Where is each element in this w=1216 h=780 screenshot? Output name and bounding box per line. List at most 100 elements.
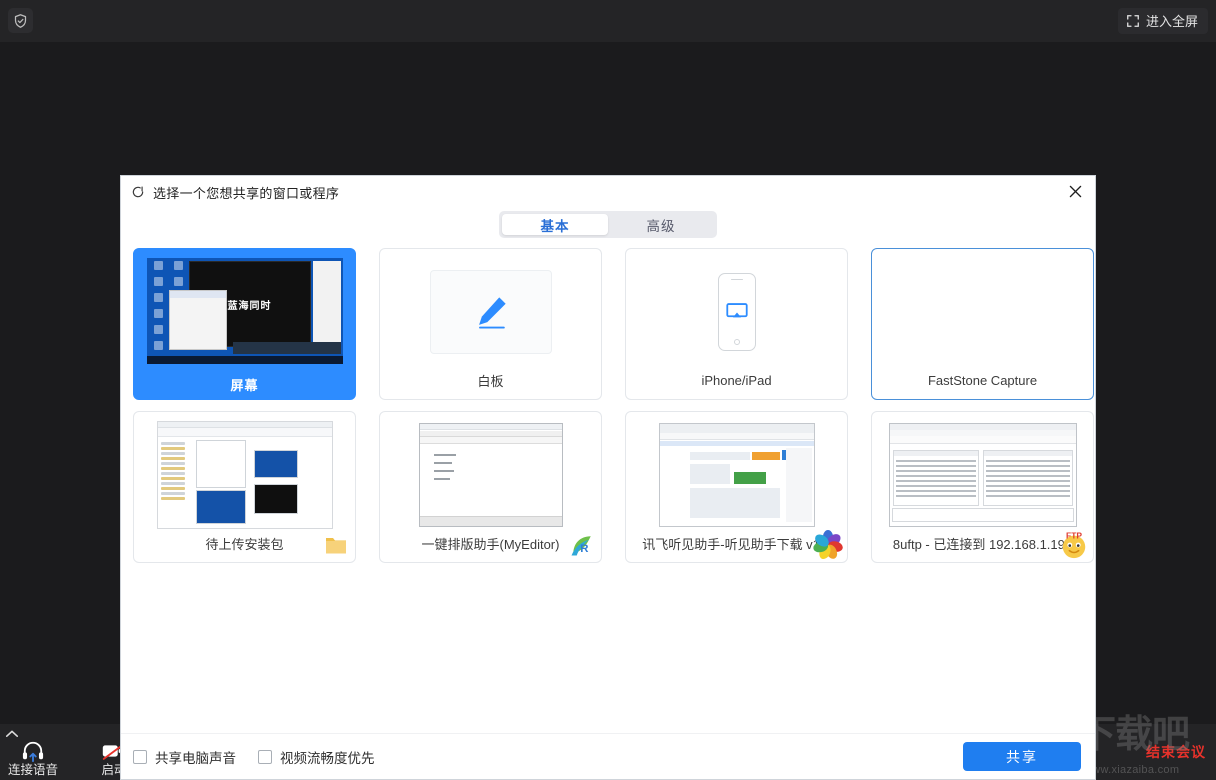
expand-icon (1127, 15, 1139, 27)
tab-group: 基本 高级 (499, 211, 717, 238)
share-card-whiteboard[interactable]: 白板 (379, 248, 602, 400)
share-window-icon (132, 186, 144, 198)
window-toolbar (419, 436, 562, 444)
browser-mock (626, 418, 847, 531)
browser-sidebar (785, 447, 812, 522)
share-card-xunfei[interactable]: 讯飞听见助手-听见助手下载 v1... (625, 411, 848, 563)
code-line (433, 453, 456, 456)
dialog-title: 选择一个您想共享的窗口或程序 (153, 185, 340, 201)
phone-speaker (730, 278, 743, 280)
share-card-caption: 一键排版助手(MyEditor) (421, 536, 560, 552)
bottom-strip (232, 342, 341, 354)
ftp-log-pane (891, 507, 1074, 522)
flower-glyph (813, 530, 843, 560)
screen-mock: 蓝海同时 (146, 258, 343, 364)
phone-home-button (733, 338, 740, 345)
code-line (433, 461, 452, 464)
myeditor-glyph: R (571, 536, 591, 556)
browser-frame (658, 422, 815, 527)
enter-fullscreen-button[interactable]: 进入全屏 (1117, 8, 1208, 34)
share-card-upload-folder[interactable]: 待上传安装包 (133, 411, 356, 563)
checkbox-box (258, 749, 272, 764)
dialog-tab-bar: 基本 高级 (121, 208, 1095, 248)
editor-frame (418, 422, 563, 527)
dialog-footer: 共享电脑声音 视频流畅度优先 共享 (121, 733, 1095, 779)
share-computer-audio-label: 共享电脑声音 (155, 750, 236, 766)
dialog-header: 选择一个您想共享的窗口或程序 (121, 176, 1095, 208)
explorer-mock (134, 418, 355, 531)
doc-thumb-4 (253, 483, 298, 514)
share-card-screen[interactable]: 蓝海同时 屏幕 (133, 248, 356, 400)
checkbox-box (133, 749, 147, 764)
whiteboard-icon-box (429, 269, 552, 354)
iphone-airplay-icon (725, 302, 748, 317)
join-audio-button[interactable]: 连接语音 (4, 740, 62, 778)
share-card-caption: 屏幕 (230, 377, 259, 393)
window-titlebar (419, 423, 562, 430)
ftp-window-thumbnail (872, 418, 1093, 531)
share-card-caption: 8uftp - 已连接到 192.168.1.199 (892, 536, 1073, 552)
taskbar (146, 356, 343, 364)
screen-window-text: 蓝海同时 (227, 300, 272, 312)
explorer-tree (160, 440, 186, 524)
end-meeting-button[interactable]: 结束会议 (1146, 742, 1206, 762)
page-block (689, 463, 730, 484)
editor-mock (380, 418, 601, 531)
chevron-up-icon (5, 730, 19, 737)
browser-window-thumbnail (626, 418, 847, 531)
page-block (689, 451, 750, 460)
folder-glyph (326, 538, 346, 554)
doc-thumb-1 (195, 439, 246, 488)
screen-desktop-thumbnail: 蓝海同时 (134, 257, 355, 365)
ftp-remote-pane (982, 449, 1073, 506)
doc-thumb-2 (195, 489, 246, 524)
iphone-thumb (626, 255, 847, 368)
share-card-8uftp[interactable]: 8uftp - 已连接到 192.168.1.199 FTP (871, 411, 1094, 563)
blank-window-thumbnail (872, 255, 1093, 368)
svg-text:FTP: FTP (1066, 530, 1082, 540)
pane-header (893, 450, 978, 456)
whiteboard-pen-icon (478, 296, 506, 328)
share-card-faststone-capture[interactable]: FastStone Capture (871, 248, 1094, 400)
share-card-caption: 讯飞听见助手-听见助手下载 v1... (642, 536, 831, 552)
share-card-caption: 待上传安装包 (205, 536, 284, 552)
optimize-video-checkbox[interactable]: 视频流畅度优先 (258, 747, 375, 767)
share-card-iphone-ipad[interactable]: iPhone/iPad (625, 248, 848, 400)
folder-icon (319, 528, 353, 562)
blank-thumb (872, 255, 1093, 368)
share-card-caption: 白板 (477, 373, 504, 389)
explorer-window-thumbnail (134, 418, 355, 531)
top-bar: 进入全屏 (0, 0, 1216, 42)
enter-fullscreen-label: 进入全屏 (1145, 13, 1198, 29)
share-card-caption: FastStone Capture (927, 372, 1038, 388)
window-ribbon (157, 427, 332, 437)
window-statusbar (419, 515, 562, 526)
myeditor-app-icon: R (565, 528, 599, 562)
page-block-orange (751, 451, 780, 460)
right-pane (312, 261, 341, 347)
shield-check-icon[interactable] (8, 8, 33, 33)
ftp-local-pane (892, 449, 979, 506)
tab-advanced[interactable]: 高级 (608, 214, 714, 235)
tab-basic[interactable]: 基本 (502, 214, 608, 235)
ftp-frame (888, 422, 1077, 527)
share-button[interactable]: 共享 (963, 742, 1081, 771)
close-icon[interactable] (1059, 177, 1091, 205)
window-toolbar (889, 435, 1076, 444)
share-card-myeditor[interactable]: 一键排版助手(MyEditor) R (379, 411, 602, 563)
code-line (433, 477, 450, 480)
editor-window-thumbnail (380, 418, 601, 531)
page-table (689, 487, 780, 518)
share-card-caption: iPhone/iPad (701, 372, 772, 388)
close-glyph (1069, 185, 1081, 197)
share-computer-audio-checkbox[interactable]: 共享电脑声音 (133, 747, 236, 767)
share-source-grid: 蓝海同时 屏幕 白板 iPhone/iPad FastStone Capture… (121, 248, 1095, 733)
ftp-mock (872, 418, 1093, 531)
ftp-smiley-icon: FTP (1057, 528, 1091, 562)
smiley-glyph: FTP (1062, 530, 1086, 559)
join-audio-label: 连接语音 (7, 763, 58, 778)
file-window (168, 290, 227, 350)
code-line (433, 469, 454, 472)
browser-url-bar (659, 432, 814, 440)
whiteboard-thumb (380, 255, 601, 368)
